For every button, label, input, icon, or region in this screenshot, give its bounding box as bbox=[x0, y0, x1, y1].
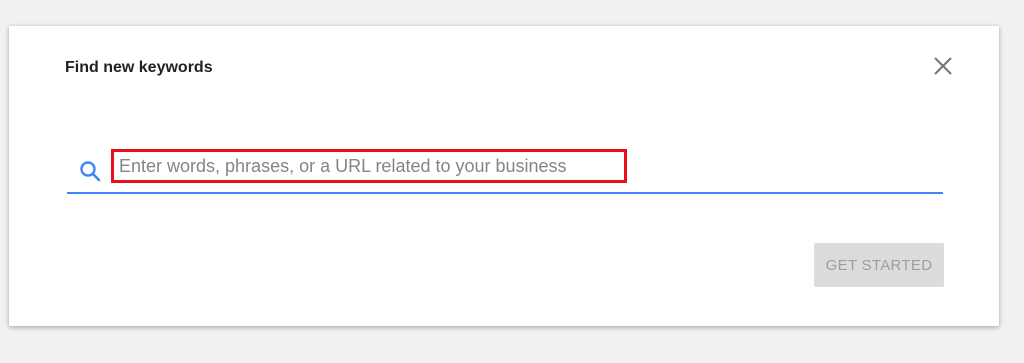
get-started-button[interactable]: GET STARTED bbox=[814, 243, 944, 287]
close-button[interactable] bbox=[929, 52, 957, 80]
close-icon bbox=[934, 57, 952, 75]
keyword-search-row bbox=[67, 148, 943, 194]
dialog-title: Find new keywords bbox=[65, 59, 213, 76]
find-keywords-dialog: Find new keywords GET STARTED bbox=[9, 26, 999, 326]
search-icon bbox=[80, 161, 101, 182]
keyword-search-input[interactable] bbox=[111, 149, 627, 183]
